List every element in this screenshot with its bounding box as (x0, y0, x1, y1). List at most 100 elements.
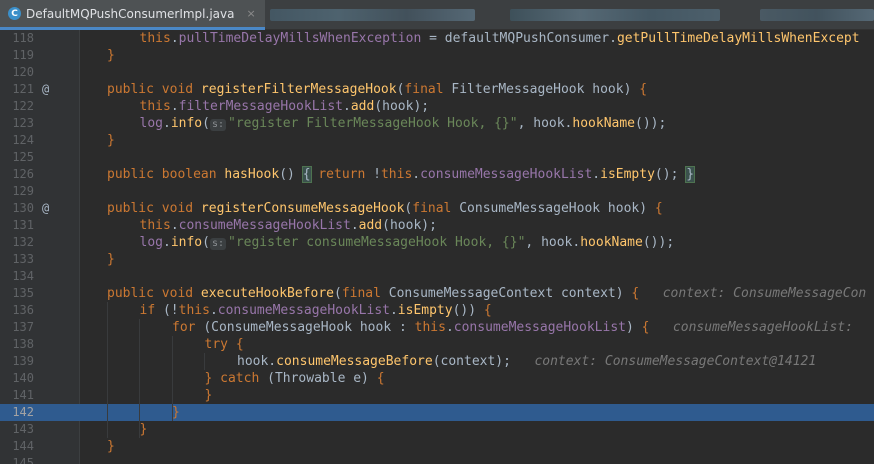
code-line[interactable]: 142} (0, 404, 874, 421)
code-line[interactable]: 125 (0, 149, 874, 166)
code-line[interactable]: 118 this.pullTimeDelayMillsWhenException … (0, 30, 874, 47)
line-number[interactable]: 126 (0, 166, 34, 183)
code-line[interactable]: 139 hook.consumeMessageBefore(context); c… (0, 353, 874, 370)
code-line[interactable]: 137 for (ConsumeMessageHook hook : this.c… (0, 319, 874, 336)
line-number[interactable]: 141 (0, 387, 34, 404)
code-line[interactable]: 133} (0, 251, 874, 268)
line-number[interactable]: 122 (0, 98, 34, 115)
code-line[interactable]: 134 (0, 268, 874, 285)
override-marker-icon[interactable]: @ (42, 200, 49, 217)
line-number[interactable]: 143 (0, 421, 34, 438)
line-number[interactable]: 132 (0, 234, 34, 251)
code-line[interactable]: 123 log.info(s: "register FilterMessageHoo… (0, 115, 874, 132)
code-line[interactable]: 124} (0, 132, 874, 149)
line-number[interactable]: 123 (0, 115, 34, 132)
code-line[interactable]: 120 (0, 64, 874, 81)
line-number[interactable]: 145 (0, 455, 34, 464)
line-number[interactable]: 119 (0, 47, 34, 64)
code-token: hook. (237, 354, 277, 369)
code-line[interactable]: 121 @ public void registerFilterMessageHoo… (0, 81, 874, 98)
code-line[interactable]: 141} (0, 387, 874, 404)
code-token: add (358, 218, 383, 233)
code-token: . (162, 116, 171, 131)
code-text[interactable]: this.filterMessageHookList.add(hook); (140, 98, 430, 115)
code-text[interactable]: log.info(s: "register consumeMessageHook … (139, 234, 674, 251)
code-line[interactable]: 143} (0, 421, 874, 438)
line-number[interactable]: 137 (0, 319, 34, 336)
code-token: . (389, 303, 398, 318)
code-token: this (380, 167, 413, 182)
code-text[interactable]: } (107, 251, 115, 268)
code-line[interactable]: 122 this.filterMessageHookList.add(hook); (0, 98, 874, 115)
line-number[interactable]: 129 (0, 183, 34, 200)
line-number[interactable]: 133 (0, 251, 34, 268)
code-editor[interactable]: 118 this.pullTimeDelayMillsWhenException … (0, 30, 874, 464)
code-token: log (139, 235, 163, 250)
code-line[interactable]: 136 if (!this.consumeMessageHookList.isEm… (0, 302, 874, 319)
code-text[interactable]: public void registerConsumeMessageHook(f… (107, 200, 663, 217)
code-text[interactable]: for (ConsumeMessageHook hook : this.cons… (172, 319, 853, 336)
code-text[interactable]: } (205, 387, 213, 404)
line-number[interactable]: 130 (0, 200, 34, 217)
code-text[interactable]: } catch (Throwable e) { (205, 370, 385, 387)
code-text[interactable]: public boolean hasHook() { return !this.… (107, 166, 696, 183)
line-number[interactable]: 120 (0, 64, 34, 81)
code-line[interactable]: 130 @ public void registerConsumeMessageHo… (0, 200, 874, 217)
close-icon[interactable]: × (246, 7, 255, 20)
code-token: this (139, 31, 171, 46)
code-line[interactable]: 144} (0, 438, 874, 455)
parameter-hint: s: (209, 238, 226, 250)
code-line[interactable]: 135 public void executeHookBefore(final C… (0, 285, 874, 302)
code-text[interactable]: this.consumeMessageHookList.add(hook); (140, 217, 437, 234)
line-number[interactable]: 139 (0, 353, 34, 370)
line-number[interactable]: 142 (0, 404, 34, 421)
code-token: } (204, 388, 213, 403)
line-number[interactable]: 134 (0, 268, 34, 285)
code-text[interactable]: hook.consumeMessageBefore(context); cont… (237, 353, 816, 370)
code-token: "register consumeMessageHook Hook, {}" (228, 235, 526, 250)
code-token: ) (625, 320, 642, 335)
code-token: , hook. (517, 116, 573, 131)
code-line[interactable]: 126 public boolean hasHook() { return !th… (0, 166, 874, 183)
code-token: . (209, 303, 218, 318)
line-number[interactable]: 136 (0, 302, 34, 319)
line-number[interactable]: 125 (0, 149, 34, 166)
line-number[interactable]: 131 (0, 217, 34, 234)
code-line[interactable]: 119} (0, 47, 874, 64)
code-line[interactable]: 138 try { (0, 336, 874, 353)
code-text[interactable]: } (172, 404, 180, 421)
code-line[interactable]: 132 log.info(s: "register consumeMessageHo… (0, 234, 874, 251)
code-text[interactable]: if (!this.consumeMessageHookList.isEmpty… (140, 302, 492, 319)
code-token: . (412, 167, 421, 182)
line-number[interactable]: 118 (0, 30, 34, 47)
code-token: isEmpty (397, 303, 453, 318)
code-text[interactable]: public void executeHookBefore(final Cons… (107, 285, 866, 302)
line-number[interactable]: 144 (0, 438, 34, 455)
code-text[interactable]: public void registerFilterMessageHook(fi… (107, 81, 647, 98)
editor-tab[interactable]: C DefaultMQPushConsumerImpl.java × (0, 0, 265, 30)
line-number[interactable]: 138 (0, 336, 34, 353)
code-line[interactable]: 131 this.consumeMessageHookList.add(hook)… (0, 217, 874, 234)
code-text[interactable]: } (107, 132, 115, 149)
code-text[interactable]: } (107, 47, 115, 64)
code-text[interactable]: try { (205, 336, 244, 353)
code-text[interactable]: } (107, 438, 115, 455)
line-number[interactable]: 135 (0, 285, 34, 302)
editor-tab-bar: C DefaultMQPushConsumerImpl.java × (0, 0, 874, 30)
code-token: filterMessageHookList (178, 99, 344, 114)
code-token: { (654, 201, 663, 216)
code-token: catch (220, 371, 268, 386)
indent-guide (204, 353, 205, 370)
code-text[interactable]: this.pullTimeDelayMillsWhenException = d… (140, 30, 860, 47)
line-number[interactable]: 124 (0, 132, 34, 149)
code-token: ()); (635, 116, 667, 131)
override-marker-icon[interactable]: @ (42, 81, 49, 98)
line-number[interactable]: 121 (0, 81, 34, 98)
code-text[interactable]: } (140, 421, 148, 438)
code-line[interactable]: 145 (0, 455, 874, 464)
code-line[interactable]: 140 } catch (Throwable e) { (0, 370, 874, 387)
line-number[interactable]: 140 (0, 370, 34, 387)
code-line[interactable]: 129 (0, 183, 874, 200)
code-text[interactable]: log.info(s: "register FilterMessageHook H… (140, 115, 667, 132)
code-token: (hook); (374, 99, 430, 114)
